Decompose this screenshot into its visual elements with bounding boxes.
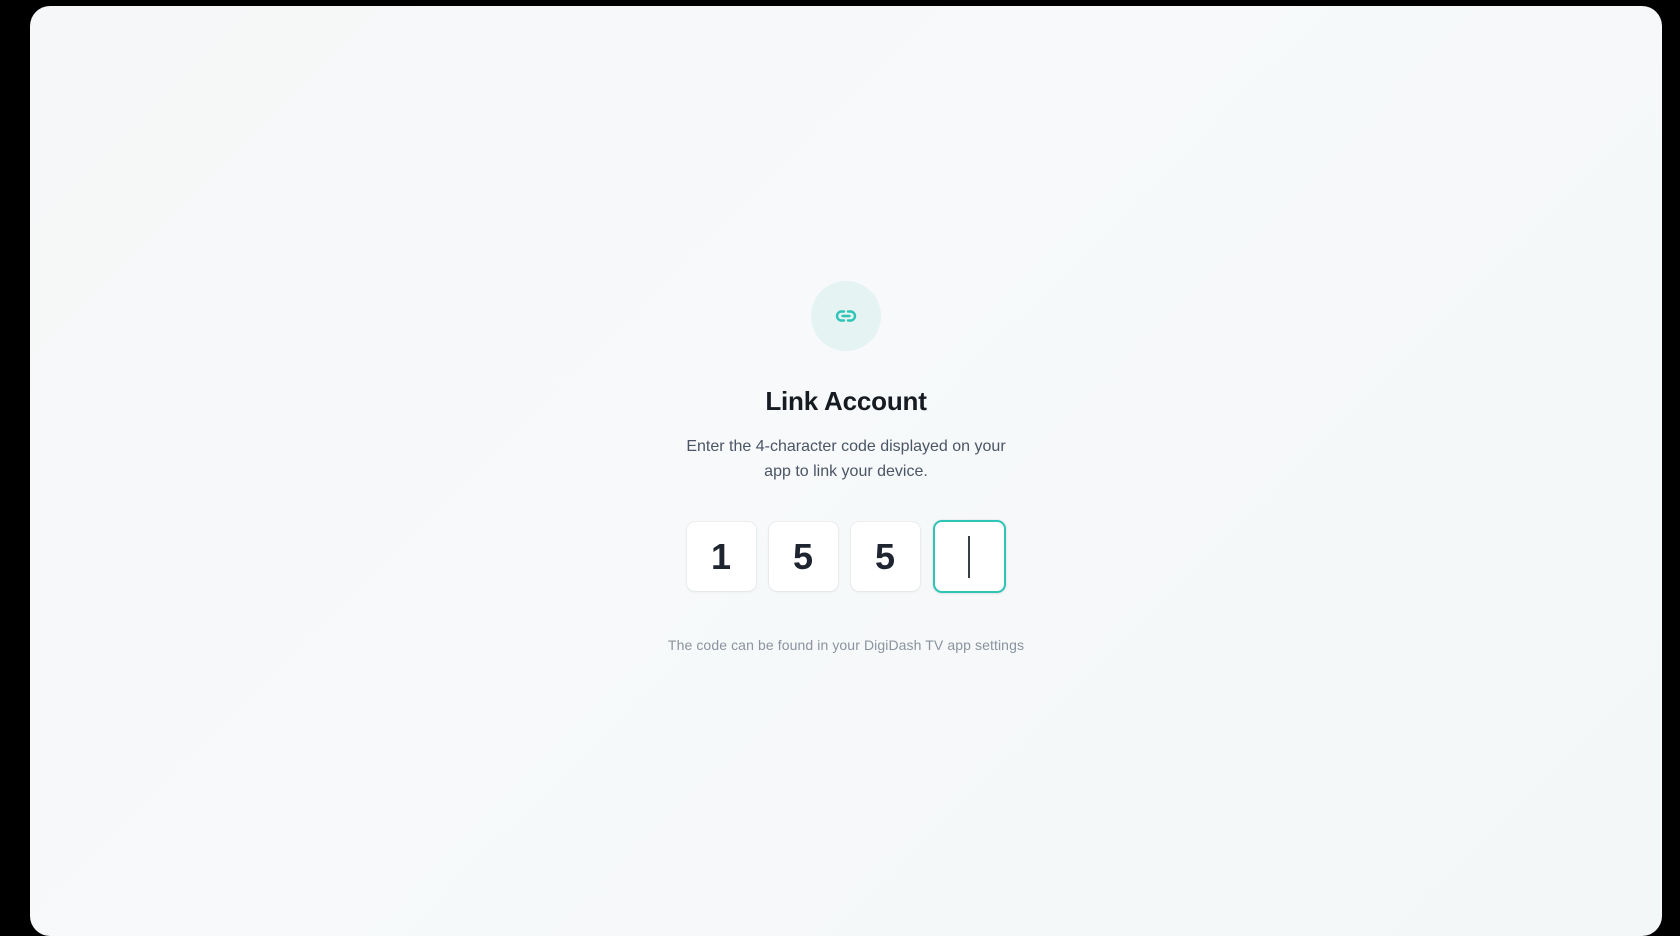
code-digit-4[interactable]: [932, 520, 1006, 593]
page-title: Link Account: [765, 386, 927, 416]
link-icon-badge: [811, 281, 881, 351]
code-digit-3[interactable]: 5: [850, 522, 920, 591]
link-icon: [835, 310, 857, 322]
text-cursor: [968, 535, 970, 578]
app-window: Link Account Enter the 4-character code …: [30, 6, 1662, 936]
code-digit-2[interactable]: 5: [768, 522, 838, 591]
page-subtitle: Enter the 4-character code displayed on …: [686, 438, 1006, 480]
link-account-panel: Link Account Enter the 4-character code …: [30, 6, 1662, 919]
code-digit-1[interactable]: 1: [686, 522, 756, 591]
code-input-group: 1 5 5: [686, 520, 1006, 593]
hint-text: The code can be found in your DigiDash T…: [667, 637, 1025, 653]
